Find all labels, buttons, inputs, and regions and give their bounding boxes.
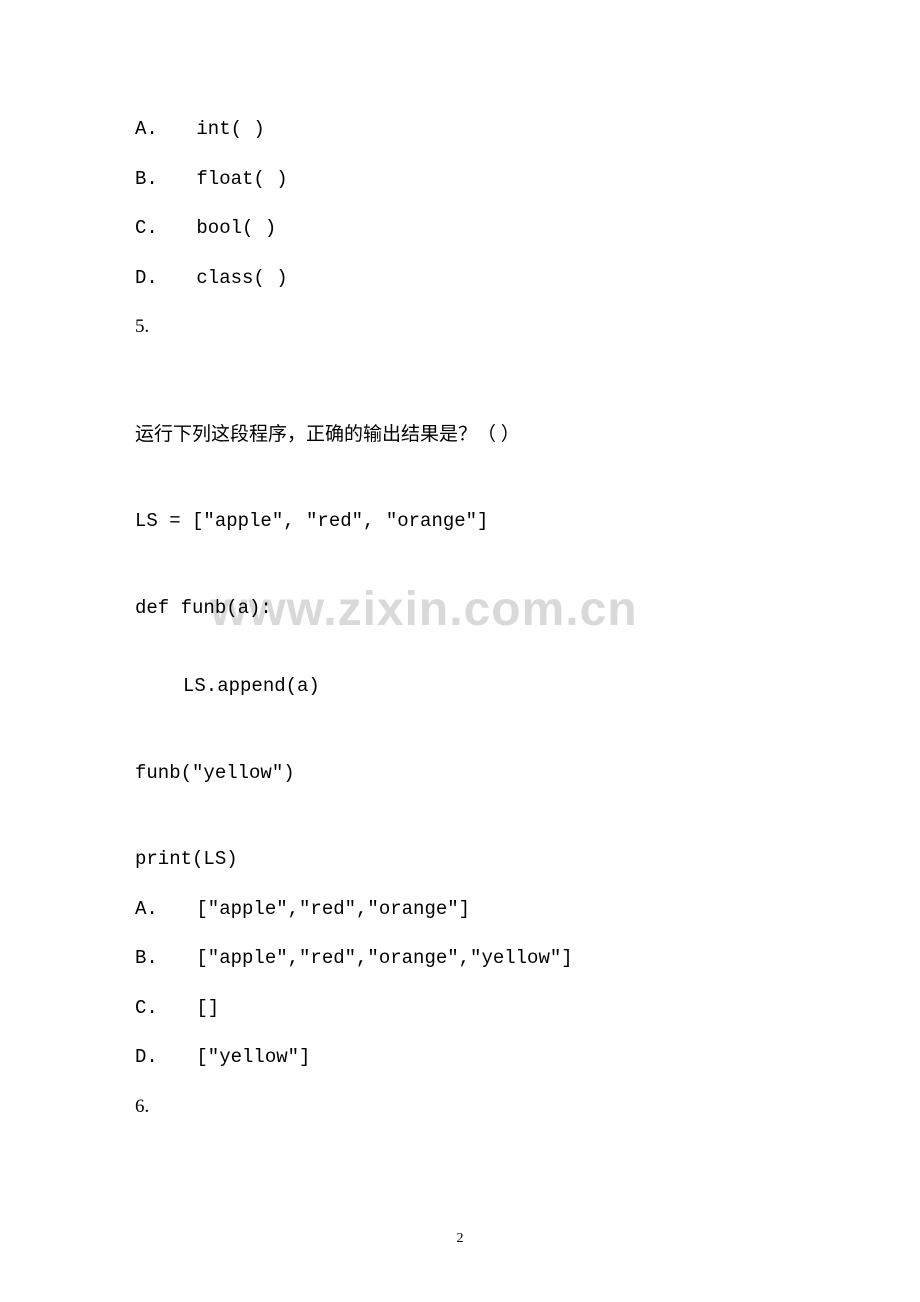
- code-line-3: LS.append(a): [135, 672, 785, 701]
- page-number: 2: [0, 1231, 920, 1247]
- option-label: B.: [135, 944, 185, 973]
- question-5-text: 运行下列这段程序，正确的输出结果是？（ ）: [135, 421, 785, 450]
- code-line-1: LS = ["apple", "red", "orange"]: [135, 507, 785, 536]
- question-5-number: 5.: [135, 313, 785, 342]
- spacer: [135, 622, 785, 672]
- spacer: [135, 787, 785, 845]
- option-label: A.: [135, 895, 185, 924]
- code-line-5: print(LS): [135, 845, 785, 874]
- option-label: D.: [135, 264, 185, 293]
- code-line-4: funb("yellow"): [135, 759, 785, 788]
- option-value: ["apple","red","orange","yellow"]: [196, 947, 572, 969]
- question-6-number: 6.: [135, 1093, 785, 1122]
- spacer: [135, 536, 785, 594]
- option-value: bool( ): [196, 217, 276, 239]
- option-5c: C. []: [135, 994, 785, 1023]
- document-content: A. int( ) B. float( ) C. bool( ) D. clas…: [0, 0, 920, 1121]
- option-value: ["yellow"]: [196, 1046, 310, 1068]
- option-5a: A. ["apple","red","orange"]: [135, 895, 785, 924]
- code-line-2: def funb(a):: [135, 594, 785, 623]
- option-4a: A. int( ): [135, 115, 785, 144]
- option-value: ["apple","red","orange"]: [196, 898, 470, 920]
- option-value: float( ): [196, 168, 287, 190]
- option-4b: B. float( ): [135, 165, 785, 194]
- option-4c: C. bool( ): [135, 214, 785, 243]
- option-label: C.: [135, 994, 185, 1023]
- option-value: class( ): [196, 267, 287, 289]
- option-label: B.: [135, 165, 185, 194]
- spacer: [135, 363, 785, 421]
- option-label: C.: [135, 214, 185, 243]
- option-value: int( ): [196, 118, 264, 140]
- option-label: A.: [135, 115, 185, 144]
- option-label: D.: [135, 1043, 185, 1072]
- spacer: [135, 701, 785, 759]
- option-5d: D. ["yellow"]: [135, 1043, 785, 1072]
- option-value: []: [196, 997, 219, 1019]
- spacer: [135, 449, 785, 507]
- option-5b: B. ["apple","red","orange","yellow"]: [135, 944, 785, 973]
- option-4d: D. class( ): [135, 264, 785, 293]
